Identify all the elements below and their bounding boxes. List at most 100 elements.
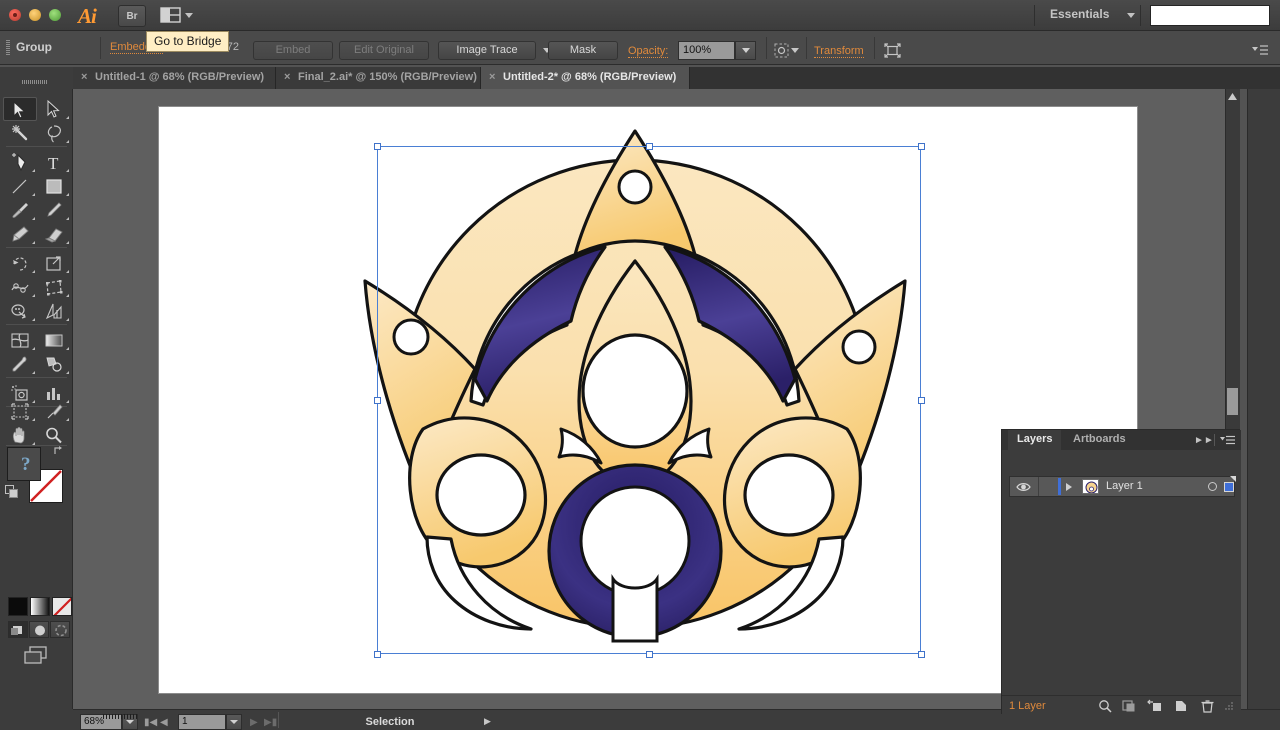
- change-screen-mode-button[interactable]: [22, 645, 50, 665]
- fill-swatch[interactable]: ?: [7, 447, 41, 481]
- pencil-tool[interactable]: [37, 198, 71, 222]
- rotate-tool[interactable]: [3, 251, 37, 275]
- create-new-layer-icon[interactable]: [1174, 699, 1189, 713]
- blob-brush-tool[interactable]: [3, 222, 37, 246]
- swap-fill-stroke-icon[interactable]: [53, 445, 65, 457]
- next-artboard-button[interactable]: ▶: [250, 717, 258, 728]
- selection-handle-n[interactable]: [646, 143, 653, 150]
- width-tool[interactable]: [3, 275, 37, 299]
- hand-tool[interactable]: [3, 423, 37, 447]
- chevron-down-icon[interactable]: [791, 48, 799, 53]
- color-button[interactable]: [8, 597, 28, 616]
- paintbrush-tool[interactable]: [3, 198, 37, 222]
- shape-builder-tool[interactable]: [3, 299, 37, 323]
- pen-tool[interactable]: [3, 150, 37, 174]
- go-to-bridge-button[interactable]: Br: [118, 5, 146, 27]
- tab-artboards[interactable]: Artboards: [1064, 430, 1135, 450]
- document-tab-untitled-1[interactable]: × Untitled-1 @ 68% (RGB/Preview): [73, 67, 276, 89]
- selection-handle-s[interactable]: [646, 651, 653, 658]
- selection-tool[interactable]: [3, 97, 37, 121]
- selection-handle-nw[interactable]: [374, 143, 381, 150]
- line-segment-tool[interactable]: [3, 174, 37, 198]
- scale-tool[interactable]: [37, 251, 71, 275]
- close-icon[interactable]: ×: [489, 67, 495, 88]
- arrange-dropdown-caret[interactable]: [185, 13, 193, 18]
- edit-original-button[interactable]: Edit Original: [339, 41, 429, 60]
- create-new-sublayer-icon[interactable]: [1147, 699, 1162, 713]
- expand-layer-arrow-icon[interactable]: [1066, 483, 1072, 491]
- window-close-button[interactable]: [9, 9, 21, 21]
- slice-tool[interactable]: [37, 399, 71, 423]
- perspective-grid-tool[interactable]: [37, 299, 71, 323]
- search-icon[interactable]: [1098, 699, 1113, 713]
- vertical-scrollbar-thumb[interactable]: [1227, 388, 1238, 415]
- selection-handle-ne[interactable]: [918, 143, 925, 150]
- tools-panel-grip[interactable]: [22, 80, 48, 84]
- delete-layer-icon[interactable]: [1200, 699, 1215, 713]
- gradient-button[interactable]: [30, 597, 50, 616]
- none-button[interactable]: [52, 597, 72, 616]
- blend-tool[interactable]: [37, 352, 71, 376]
- eye-icon[interactable]: [1016, 481, 1031, 493]
- layer-row[interactable]: Layer 1: [1009, 476, 1235, 497]
- draw-behind-mode-button[interactable]: [29, 621, 49, 638]
- free-transform-tool[interactable]: [37, 275, 71, 299]
- align-objects-icon[interactable]: [884, 43, 901, 58]
- layer-selected-square[interactable]: [1224, 482, 1234, 492]
- layers-list[interactable]: Layer 1: [1002, 450, 1241, 695]
- collapse-to-icons-icon[interactable]: ►►: [1194, 435, 1214, 446]
- first-artboard-button[interactable]: ▮◀: [144, 717, 157, 728]
- magic-wand-tool[interactable]: [3, 121, 37, 145]
- make-clipping-mask-icon[interactable]: [1122, 699, 1137, 713]
- control-bar-grip[interactable]: [6, 40, 10, 56]
- artboard-number-input[interactable]: 1: [178, 714, 226, 730]
- eyedropper-tool[interactable]: [3, 352, 37, 376]
- close-icon[interactable]: ×: [284, 67, 290, 88]
- selection-handle-e[interactable]: [918, 397, 925, 404]
- image-trace-button[interactable]: Image Trace: [438, 41, 536, 60]
- eraser-tool[interactable]: [37, 222, 71, 246]
- chevron-down-icon[interactable]: [1127, 13, 1135, 18]
- rectangle-tool[interactable]: [37, 174, 71, 198]
- default-fill-stroke-icon[interactable]: [5, 485, 19, 499]
- window-maximize-button[interactable]: [49, 9, 61, 21]
- type-tool[interactable]: T: [37, 150, 71, 174]
- lasso-tool[interactable]: [37, 121, 71, 145]
- draw-inside-mode-button[interactable]: [50, 621, 70, 638]
- status-menu-caret[interactable]: ▶: [484, 716, 491, 727]
- panel-horizontal-grip[interactable]: [103, 714, 137, 719]
- search-input[interactable]: [1150, 5, 1270, 26]
- tab-layers[interactable]: Layers: [1008, 430, 1062, 450]
- selection-handle-se[interactable]: [918, 651, 925, 658]
- window-minimize-button[interactable]: [29, 9, 41, 21]
- control-bar-overflow-menu[interactable]: [1252, 44, 1268, 57]
- workspace-switcher-label[interactable]: Essentials: [1050, 7, 1109, 21]
- zoom-tool[interactable]: [37, 423, 71, 447]
- selection-handle-w[interactable]: [374, 397, 381, 404]
- target-circle-icon[interactable]: [1208, 482, 1217, 491]
- document-tab-final-2[interactable]: × Final_2.ai* @ 150% (RGB/Preview): [276, 67, 481, 89]
- opacity-label[interactable]: Opacity:: [628, 45, 669, 58]
- mesh-tool[interactable]: [3, 328, 37, 352]
- scroll-up-icon[interactable]: [1226, 90, 1239, 103]
- artboard-tool[interactable]: [3, 399, 37, 423]
- direct-selection-tool[interactable]: [37, 97, 71, 121]
- embed-button[interactable]: Embed: [253, 41, 333, 60]
- layer-name-label[interactable]: Layer 1: [1106, 480, 1143, 492]
- tools-panel-header[interactable]: ◄◄: [0, 67, 73, 148]
- document-tab-untitled-2[interactable]: × Untitled-2* @ 68% (RGB/Preview): [481, 67, 690, 89]
- previous-artboard-button[interactable]: ◀: [160, 717, 168, 728]
- arrange-documents-icon[interactable]: [160, 6, 182, 24]
- last-artboard-button[interactable]: ▶▮: [264, 717, 277, 728]
- close-icon[interactable]: ×: [81, 67, 87, 88]
- transform-link[interactable]: Transform: [814, 45, 864, 58]
- normal-drawing-mode-button[interactable]: [8, 621, 28, 638]
- selection-bounding-box[interactable]: [374, 143, 925, 658]
- isolate-selected-object-icon[interactable]: [774, 43, 789, 58]
- panel-resize-grip[interactable]: [1224, 701, 1234, 711]
- selection-handle-sw[interactable]: [374, 651, 381, 658]
- gradient-tool[interactable]: [37, 328, 71, 352]
- mask-button[interactable]: Mask: [548, 41, 618, 60]
- status-display-label[interactable]: Selection: [290, 716, 490, 728]
- opacity-input[interactable]: 100%: [678, 41, 735, 60]
